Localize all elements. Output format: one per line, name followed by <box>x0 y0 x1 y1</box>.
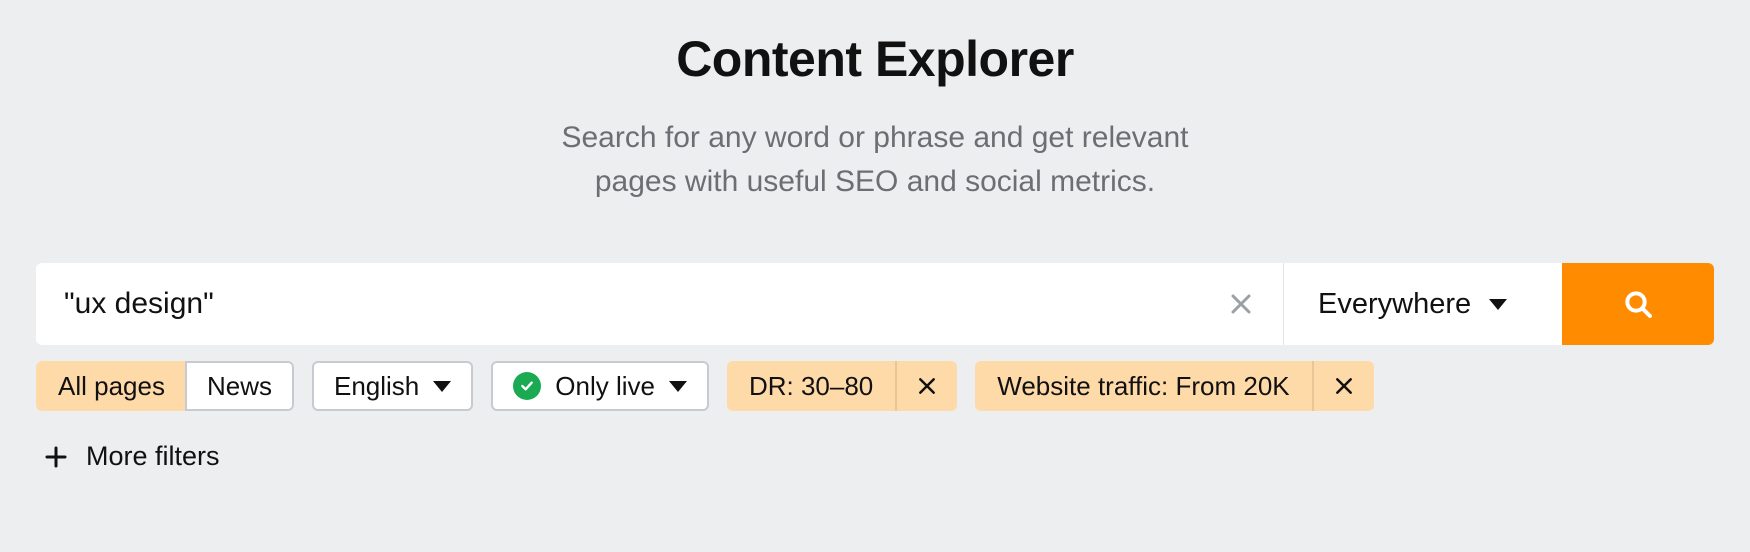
filter-chip-traffic[interactable]: Website traffic: From 20K <box>975 361 1373 411</box>
more-filters-button[interactable]: More filters <box>36 429 228 484</box>
page-subtitle: Search for any word or phrase and get re… <box>36 116 1714 203</box>
remove-filter-button[interactable] <box>897 361 957 411</box>
search-bar: Everywhere <box>36 263 1714 345</box>
plus-icon <box>44 445 68 469</box>
tab-all-pages[interactable]: All pages <box>36 361 185 411</box>
close-icon <box>1229 292 1253 316</box>
header: Content Explorer Search for any word or … <box>36 30 1714 203</box>
search-button[interactable] <box>1562 263 1714 345</box>
search-scope-select[interactable]: Everywhere <box>1284 263 1562 345</box>
close-icon <box>917 376 937 396</box>
page-title: Content Explorer <box>36 30 1714 88</box>
clear-search-button[interactable] <box>1223 286 1259 322</box>
search-icon <box>1622 288 1654 320</box>
filter-chip-label: DR: 30–80 <box>727 361 897 411</box>
close-icon <box>1334 376 1354 396</box>
check-circle-icon <box>513 372 541 400</box>
chevron-down-icon <box>433 381 451 392</box>
search-scope-label: Everywhere <box>1318 288 1471 321</box>
page-type-toggle: All pages News <box>36 361 294 411</box>
filters-row: All pages News English Only live DR: 30–… <box>36 361 1714 411</box>
remove-filter-button[interactable] <box>1314 361 1374 411</box>
filter-chip-dr[interactable]: DR: 30–80 <box>727 361 957 411</box>
chevron-down-icon <box>1489 299 1507 310</box>
language-filter[interactable]: English <box>312 361 473 411</box>
search-input-container <box>36 263 1284 345</box>
chevron-down-icon <box>669 381 687 392</box>
filter-chip-label: Website traffic: From 20K <box>975 361 1313 411</box>
only-live-filter[interactable]: Only live <box>491 361 709 411</box>
tab-news[interactable]: News <box>185 361 294 411</box>
search-input[interactable] <box>64 287 1223 321</box>
